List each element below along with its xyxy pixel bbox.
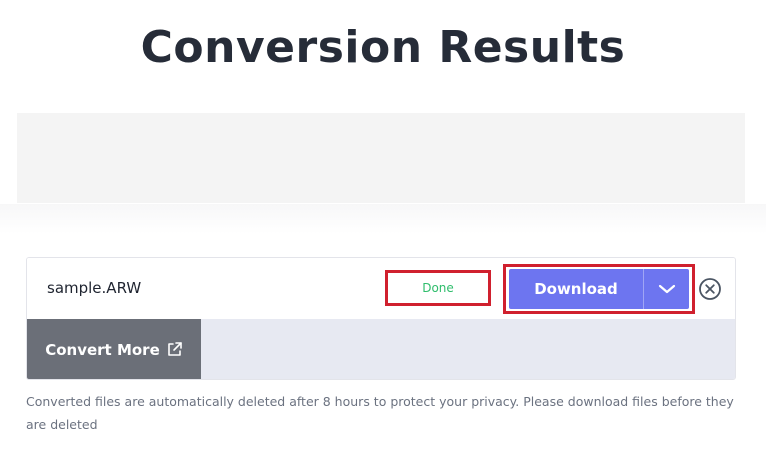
download-button-group: Download <box>509 269 689 309</box>
convert-more-label: Convert More <box>45 340 160 359</box>
status-badge: Done <box>392 276 484 300</box>
chevron-down-icon <box>658 284 675 294</box>
external-link-icon <box>167 342 182 356</box>
file-result-card: sample.ARW Done Download Convert More <box>26 257 736 380</box>
section-divider-shadow <box>0 204 766 234</box>
download-button[interactable]: Download <box>509 269 643 309</box>
download-options-button[interactable] <box>644 269 689 309</box>
file-name: sample.ARW <box>47 279 142 297</box>
actions-row: Convert More <box>27 319 735 379</box>
close-circle-icon <box>699 278 721 300</box>
file-row: sample.ARW Done Download <box>27 258 735 319</box>
conversion-results-page: Conversion Results sample.ARW Done Downl… <box>0 0 766 456</box>
remove-file-button[interactable] <box>698 277 722 301</box>
convert-more-button[interactable]: Convert More <box>27 319 201 379</box>
page-title: Conversion Results <box>140 22 626 73</box>
privacy-note: Converted files are automatically delete… <box>26 394 734 432</box>
ad-placeholder <box>17 113 745 203</box>
